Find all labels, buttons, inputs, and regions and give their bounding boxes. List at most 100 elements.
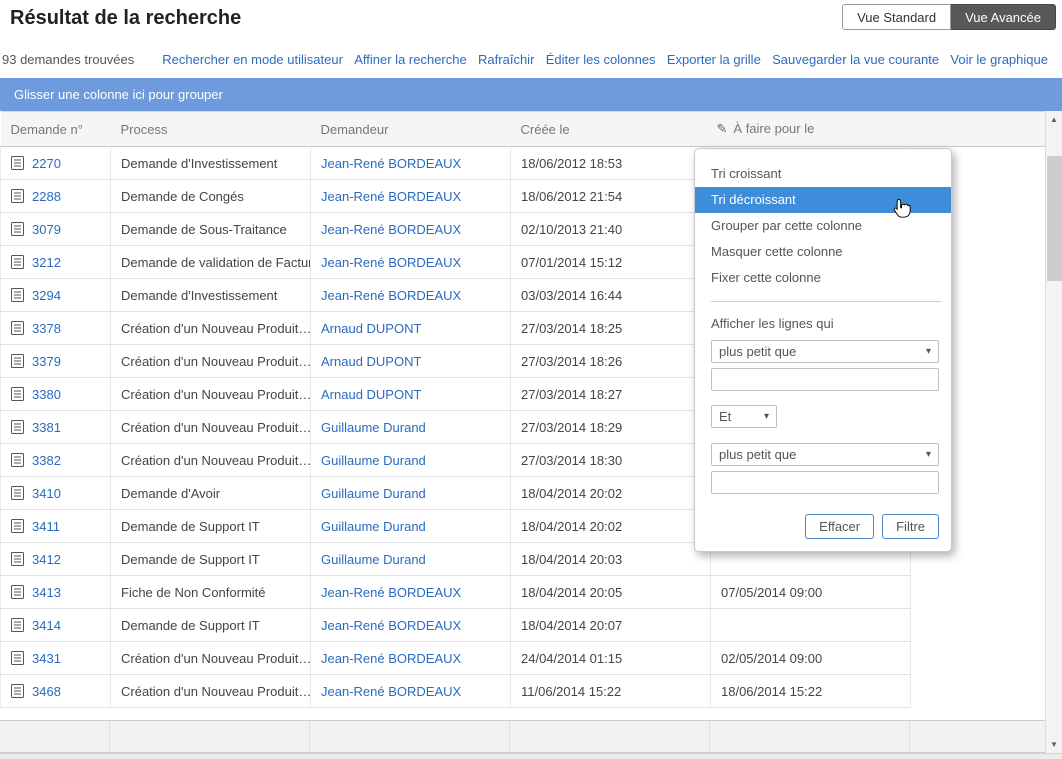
clear-filter-button[interactable]: Effacer xyxy=(805,514,874,539)
filter-value-1-input[interactable] xyxy=(711,368,939,391)
request-number-link[interactable]: 3294 xyxy=(32,288,61,303)
menu-item-1[interactable]: Tri décroissant xyxy=(695,187,951,213)
request-number-link[interactable]: 3431 xyxy=(32,651,61,666)
scrollbar-track[interactable] xyxy=(1046,128,1062,736)
scrollbar-thumb[interactable] xyxy=(1047,156,1062,281)
column-header-filler xyxy=(911,112,1046,147)
request-number-link[interactable]: 3412 xyxy=(32,552,61,567)
scroll-down-button[interactable]: ▼ xyxy=(1046,736,1062,753)
request-number-link[interactable]: 3079 xyxy=(32,222,61,237)
document-icon xyxy=(11,222,24,236)
document-icon xyxy=(11,354,24,368)
document-icon xyxy=(11,453,24,467)
document-icon xyxy=(11,255,24,269)
toolbar-link-6[interactable]: Voir le graphique xyxy=(950,52,1048,67)
requester-link[interactable]: Arnaud DUPONT xyxy=(321,354,421,369)
filter-conjunction-select[interactable]: Et ▾ xyxy=(711,405,777,428)
process-cell: Création d'un Nouveau Produit… xyxy=(111,345,311,378)
search-results-page: Résultat de la recherche Vue Standard Vu… xyxy=(0,0,1062,759)
requester-link[interactable]: Guillaume Durand xyxy=(321,552,426,567)
created-cell: 11/06/2014 15:22 xyxy=(511,675,711,708)
document-icon xyxy=(11,684,24,698)
requester-link[interactable]: Jean-René BORDEAUX xyxy=(321,585,461,600)
header-row: Demande n° Process Demandeur Créée le ✎ À… xyxy=(1,112,1046,147)
document-icon xyxy=(11,156,24,170)
vue-avancee-button[interactable]: Vue Avancée xyxy=(951,4,1056,30)
process-cell: Création d'un Nouveau Produit… xyxy=(111,444,311,477)
table-row[interactable]: 3468 Création d'un Nouveau Produit… Jean… xyxy=(1,675,1046,708)
request-number-link[interactable]: 3380 xyxy=(32,387,61,402)
column-header-demande[interactable]: Demande n° xyxy=(1,112,111,147)
request-number-link[interactable]: 3410 xyxy=(32,486,61,501)
filter-value-2-input[interactable] xyxy=(711,471,939,494)
request-number-link[interactable]: 3381 xyxy=(32,420,61,435)
toolbar-link-4[interactable]: Exporter la grille xyxy=(667,52,761,67)
created-cell: 18/06/2012 21:54 xyxy=(511,180,711,213)
column-header-afaire-label: À faire pour le xyxy=(733,121,814,136)
requester-link[interactable]: Guillaume Durand xyxy=(321,519,426,534)
filter-operator-2-select[interactable]: plus petit que ▾ xyxy=(711,443,939,466)
toolbar: 93 demandes trouvées Rechercher en mode … xyxy=(0,40,1062,78)
requester-link[interactable]: Jean-René BORDEAUX xyxy=(321,684,461,699)
request-number-link[interactable]: 3382 xyxy=(32,453,61,468)
column-menu-items: Tri croissantTri décroissantGrouper par … xyxy=(695,161,951,291)
toolbar-link-0[interactable]: Rechercher en mode utilisateur xyxy=(162,52,343,67)
view-toggle: Vue Standard Vue Avancée xyxy=(842,4,1056,30)
table-row[interactable]: 3431 Création d'un Nouveau Produit… Jean… xyxy=(1,642,1046,675)
requester-link[interactable]: Jean-René BORDEAUX xyxy=(321,156,461,171)
column-header-creee[interactable]: Créée le xyxy=(511,112,711,147)
requester-link[interactable]: Arnaud DUPONT xyxy=(321,321,421,336)
due-cell: 18/06/2014 15:22 xyxy=(711,675,911,708)
request-number-link[interactable]: 2270 xyxy=(32,156,61,171)
menu-item-0[interactable]: Tri croissant xyxy=(695,161,951,187)
requester-link[interactable]: Jean-René BORDEAUX xyxy=(321,222,461,237)
requester-link[interactable]: Guillaume Durand xyxy=(321,486,426,501)
menu-item-2[interactable]: Grouper par cette colonne xyxy=(695,213,951,239)
process-cell: Demande de Support IT xyxy=(111,609,311,642)
request-number-link[interactable]: 3468 xyxy=(32,684,61,699)
requester-link[interactable]: Jean-René BORDEAUX xyxy=(321,189,461,204)
menu-item-4[interactable]: Fixer cette colonne xyxy=(695,265,951,291)
due-cell xyxy=(711,609,911,642)
requester-link[interactable]: Jean-René BORDEAUX xyxy=(321,651,461,666)
requester-link[interactable]: Arnaud DUPONT xyxy=(321,387,421,402)
requester-link[interactable]: Jean-René BORDEAUX xyxy=(321,618,461,633)
scroll-up-button[interactable]: ▲ xyxy=(1046,111,1062,128)
table-row[interactable]: 3413 Fiche de Non Conformité Jean-René B… xyxy=(1,576,1046,609)
process-cell: Création d'un Nouveau Produit… xyxy=(111,411,311,444)
chevron-down-icon: ▾ xyxy=(926,449,931,460)
requester-link[interactable]: Guillaume Durand xyxy=(321,453,426,468)
request-number-link[interactable]: 3212 xyxy=(32,255,61,270)
request-number-link[interactable]: 3411 xyxy=(32,519,60,534)
topbar: Résultat de la recherche Vue Standard Vu… xyxy=(0,0,1062,40)
created-cell: 18/04/2014 20:05 xyxy=(511,576,711,609)
request-number-link[interactable]: 3413 xyxy=(32,585,61,600)
request-number-link[interactable]: 3379 xyxy=(32,354,61,369)
document-icon xyxy=(11,189,24,203)
toolbar-link-2[interactable]: Rafraîchir xyxy=(478,52,534,67)
column-edit-icon[interactable]: ✎ xyxy=(717,121,728,137)
created-cell: 24/04/2014 01:15 xyxy=(511,642,711,675)
column-header-demandeur[interactable]: Demandeur xyxy=(311,112,511,147)
group-drop-zone[interactable]: Glisser une colonne ici pour grouper xyxy=(0,78,1062,111)
apply-filter-button[interactable]: Filtre xyxy=(882,514,939,539)
menu-item-3[interactable]: Masquer cette colonne xyxy=(695,239,951,265)
requester-link[interactable]: Guillaume Durand xyxy=(321,420,426,435)
toolbar-link-1[interactable]: Affiner la recherche xyxy=(354,52,467,67)
requester-link[interactable]: Jean-René BORDEAUX xyxy=(321,255,461,270)
request-number-link[interactable]: 3378 xyxy=(32,321,61,336)
toolbar-link-5[interactable]: Sauvegarder la vue courante xyxy=(772,52,939,67)
vertical-scrollbar[interactable]: ▲ ▼ xyxy=(1045,111,1062,753)
process-cell: Fiche de Non Conformité xyxy=(111,576,311,609)
filter-operator-1-select[interactable]: plus petit que ▾ xyxy=(711,340,939,363)
request-number-link[interactable]: 3414 xyxy=(32,618,61,633)
document-icon xyxy=(11,585,24,599)
process-cell: Demande de Sous-Traitance xyxy=(111,213,311,246)
table-row[interactable]: 3414 Demande de Support IT Jean-René BOR… xyxy=(1,609,1046,642)
toolbar-link-3[interactable]: Éditer les colonnes xyxy=(546,52,656,67)
vue-standard-button[interactable]: Vue Standard xyxy=(842,4,951,30)
column-header-process[interactable]: Process xyxy=(111,112,311,147)
request-number-link[interactable]: 2288 xyxy=(32,189,61,204)
column-header-afaire[interactable]: ✎ À faire pour le xyxy=(711,112,911,147)
requester-link[interactable]: Jean-René BORDEAUX xyxy=(321,288,461,303)
